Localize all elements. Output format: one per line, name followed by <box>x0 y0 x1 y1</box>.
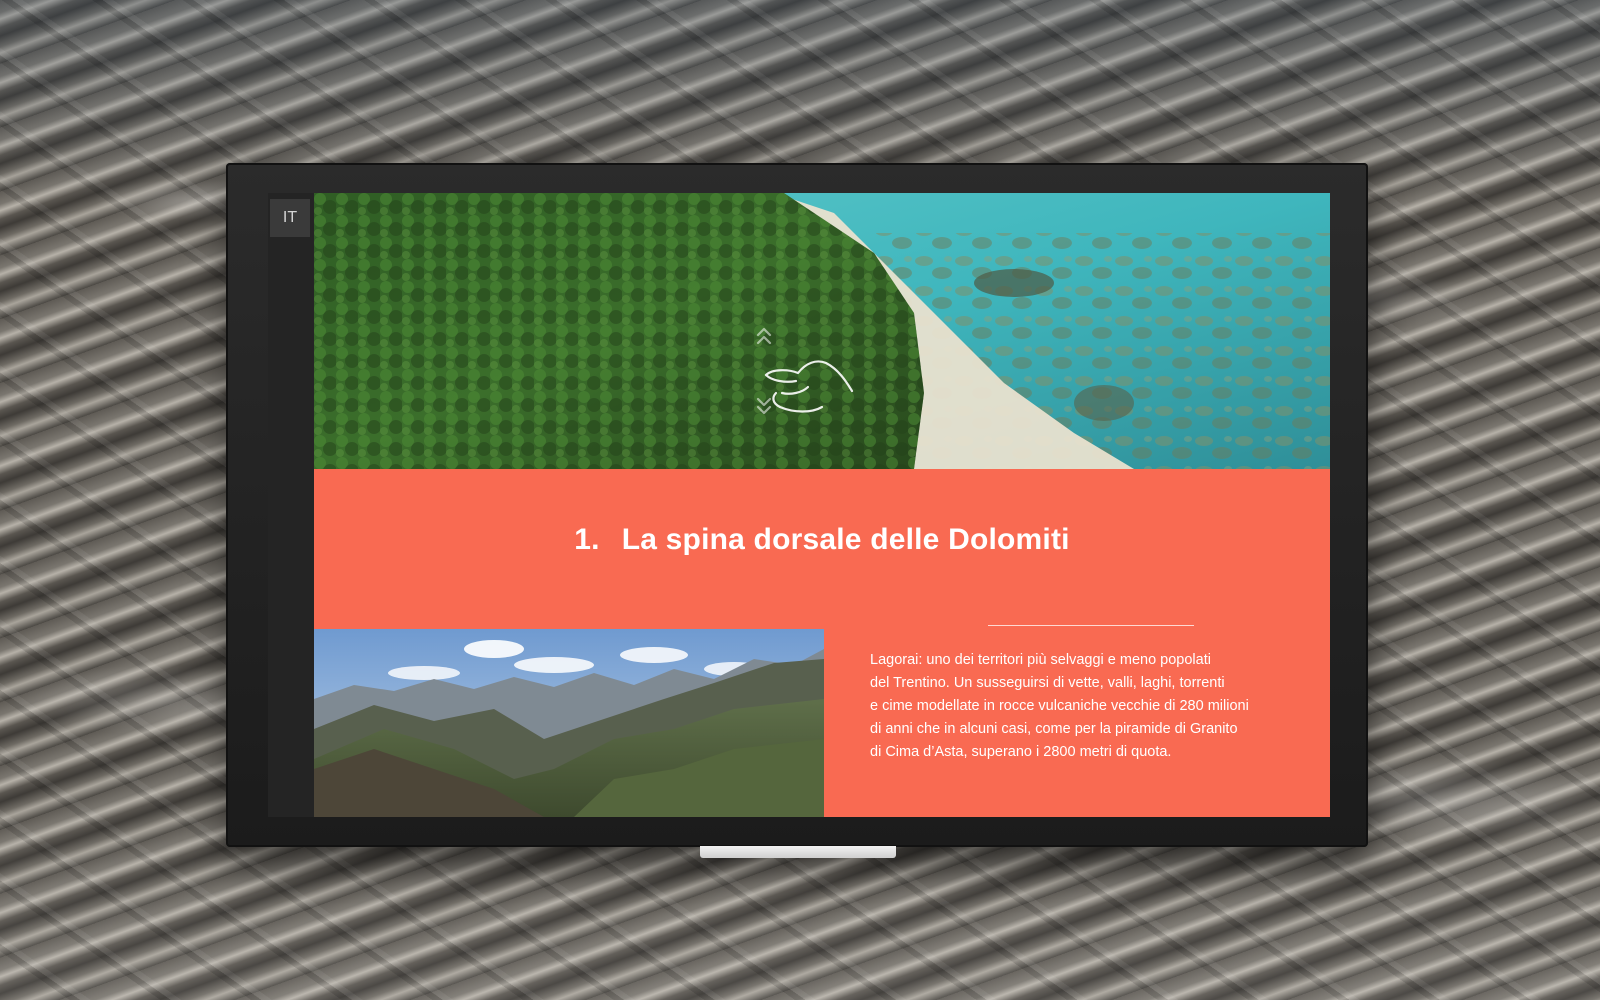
content-area: 1. La spina dorsale delle Dolomiti Lagor… <box>314 193 1330 817</box>
body-line: Lagorai: uno dei territori più selvaggi … <box>870 652 1211 668</box>
body-line: di anni che in alcuni casi, come per la … <box>870 721 1238 737</box>
chapter-title: La spina dorsale delle Dolomiti <box>621 523 1070 556</box>
chapter-body-text: Lagorai: uno dei territori più selvaggi … <box>870 649 1290 764</box>
body-line: e cime modellate in rocce vulcaniche vec… <box>870 698 1249 714</box>
monitor-stand <box>700 846 896 858</box>
body-line: del Trentino. Un susseguirsi di vette, v… <box>870 675 1225 691</box>
body-line: di Cima d’Asta, superano i 2800 metri di… <box>870 744 1172 760</box>
language-sidebar: IT <box>268 193 314 817</box>
swipe-up-hand-icon <box>742 323 862 433</box>
language-toggle-button[interactable]: IT <box>270 199 310 237</box>
screen: IT 1. La spina dorsale delle Dolomiti La… <box>268 193 1330 817</box>
chapter-panel: 1. La spina dorsale delle Dolomiti Lagor… <box>314 469 1330 817</box>
chapter-number: 1. <box>574 523 600 556</box>
mountain-landscape-image <box>314 629 824 817</box>
divider-line <box>988 625 1194 626</box>
monitor-frame: IT 1. La spina dorsale delle Dolomiti La… <box>226 163 1368 847</box>
chapter-heading: 1. La spina dorsale delle Dolomiti <box>314 523 1330 557</box>
